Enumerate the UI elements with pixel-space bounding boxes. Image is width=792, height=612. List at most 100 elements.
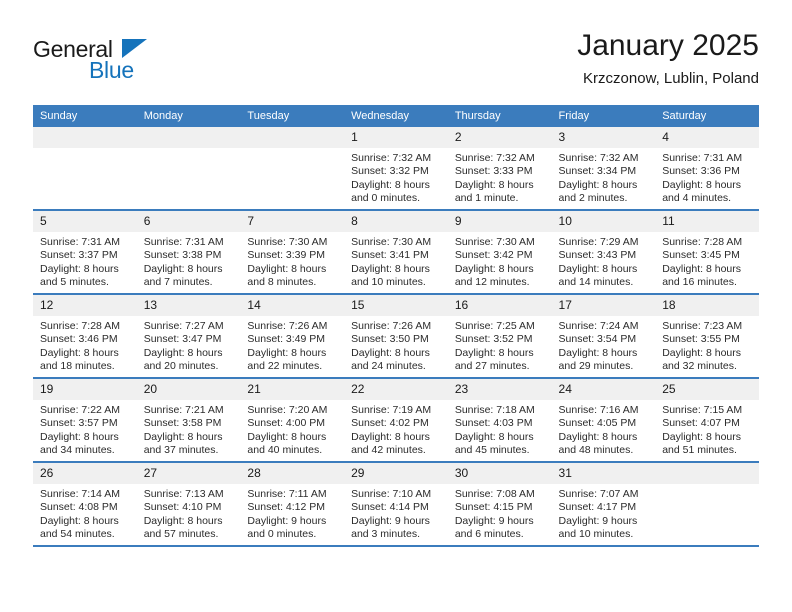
day-number: 7 (240, 211, 345, 232)
sunrise-text: Sunrise: 7:30 AM (454, 236, 535, 248)
sunset-text: Sunset: 3:39 PM (247, 249, 326, 262)
day-cell-15[interactable]: 15 Sunrise: 7:26 AM Sunset: 3:50 PM Dayligh… (344, 294, 448, 379)
daylight-text: Daylight: 8 hours and 20 minutes. (143, 346, 223, 373)
day-cell-empty (240, 127, 345, 211)
day-cell-23[interactable]: 23 Sunrise: 7:18 AM Sunset: 4:03 PM Dayligh… (447, 378, 552, 463)
daylight-text: Daylight: 8 hours and 29 minutes. (558, 346, 638, 373)
day-cell-31[interactable]: 31 Sunrise: 7:07 AM Sunset: 4:17 PM Dayligh… (551, 462, 656, 547)
day-details: Sunrise: 7:21 AM Sunset: 3:58 PM Daylight:… (137, 400, 241, 458)
day-cell-13[interactable]: 13 Sunrise: 7:27 AM Sunset: 3:47 PM Dayligh… (136, 294, 241, 379)
sunset-text: Sunset: 3:58 PM (143, 417, 222, 430)
sunrise-text: Sunrise: 7:24 AM (558, 320, 639, 332)
day-number: 9 (447, 211, 552, 232)
day-cell-16[interactable]: 16 Sunrise: 7:25 AM Sunset: 3:52 PM Dayligh… (447, 294, 552, 379)
day-number: 4 (655, 127, 759, 148)
daylight-text: Daylight: 8 hours and 42 minutes. (351, 430, 430, 457)
sunset-text: Sunset: 3:34 PM (558, 165, 637, 178)
daylight-text: Daylight: 8 hours and 24 minutes. (351, 346, 430, 373)
daylight-text: Daylight: 8 hours and 0 minutes. (351, 178, 430, 205)
sunrise-text: Sunrise: 7:20 AM (247, 404, 328, 416)
daylight-text: Daylight: 8 hours and 40 minutes. (247, 430, 327, 457)
day-details: Sunrise: 7:32 AM Sunset: 3:34 PM Daylight:… (552, 148, 656, 206)
day-cell-14[interactable]: 14 Sunrise: 7:26 AM Sunset: 3:49 PM Dayligh… (240, 294, 345, 379)
day-number: 17 (551, 295, 656, 316)
day-cell-28[interactable]: 28 Sunrise: 7:11 AM Sunset: 4:12 PM Dayligh… (240, 462, 345, 547)
day-details: Sunrise: 7:31 AM Sunset: 3:37 PM Daylight:… (33, 232, 137, 290)
sunrise-text: Sunrise: 7:28 AM (662, 236, 743, 248)
sunset-text: Sunset: 4:08 PM (40, 501, 118, 514)
sunrise-text: Sunrise: 7:29 AM (558, 236, 639, 248)
day-cell-7[interactable]: 7 Sunrise: 7:30 AM Sunset: 3:39 PM Daylight… (240, 210, 345, 295)
day-cell-29[interactable]: 29 Sunrise: 7:10 AM Sunset: 4:14 PM Dayligh… (344, 462, 448, 547)
day-cell-20[interactable]: 20 Sunrise: 7:21 AM Sunset: 3:58 PM Dayligh… (136, 378, 241, 463)
daylight-text: Daylight: 8 hours and 14 minutes. (558, 262, 638, 289)
day-cell-27[interactable]: 27 Sunrise: 7:13 AM Sunset: 4:10 PM Dayligh… (136, 462, 241, 547)
sunrise-text: Sunrise: 7:18 AM (454, 404, 535, 416)
daylight-text: Daylight: 8 hours and 12 minutes. (454, 262, 534, 289)
day-number: 8 (344, 211, 448, 232)
day-cell-12[interactable]: 12 Sunrise: 7:28 AM Sunset: 3:46 PM Dayligh… (33, 294, 137, 379)
day-cell-8[interactable]: 8 Sunrise: 7:30 AM Sunset: 3:41 PM Daylight… (344, 210, 448, 295)
generalblue-logo[interactable]: General Blue (33, 36, 233, 86)
calendar-week-row: 26 Sunrise: 7:14 AM Sunset: 4:08 PM Dayligh… (33, 462, 759, 547)
day-cell-11[interactable]: 11 Sunrise: 7:28 AM Sunset: 3:45 PM Dayligh… (655, 210, 759, 295)
day-number: 19 (33, 379, 137, 400)
logo-text-blue: Blue (89, 57, 134, 83)
day-cell-1[interactable]: 1 Sunrise: 7:32 AM Sunset: 3:32 PM Daylight… (344, 127, 448, 211)
day-cell-10[interactable]: 10 Sunrise: 7:29 AM Sunset: 3:43 PM Dayligh… (551, 210, 656, 295)
day-details: Sunrise: 7:32 AM Sunset: 3:33 PM Daylight:… (448, 148, 552, 206)
day-cell-25[interactable]: 25 Sunrise: 7:15 AM Sunset: 4:07 PM Dayligh… (655, 378, 759, 463)
day-cell-9[interactable]: 9 Sunrise: 7:30 AM Sunset: 3:42 PM Daylight… (447, 210, 552, 295)
day-cell-18[interactable]: 18 Sunrise: 7:23 AM Sunset: 3:55 PM Dayligh… (655, 294, 759, 379)
day-cell-17[interactable]: 17 Sunrise: 7:24 AM Sunset: 3:54 PM Dayligh… (551, 294, 656, 379)
sunset-text: Sunset: 3:45 PM (662, 249, 740, 262)
day-number: 5 (33, 211, 137, 232)
day-cell-2[interactable]: 2 Sunrise: 7:32 AM Sunset: 3:33 PM Daylight… (447, 127, 552, 211)
day-number: 14 (240, 295, 345, 316)
sunrise-text: Sunrise: 7:16 AM (558, 404, 639, 416)
day-details: Sunrise: 7:16 AM Sunset: 4:05 PM Daylight:… (552, 400, 656, 458)
day-number: 27 (136, 463, 241, 484)
day-cell-3[interactable]: 3 Sunrise: 7:32 AM Sunset: 3:34 PM Daylight… (551, 127, 656, 211)
daylight-text: Daylight: 8 hours and 2 minutes. (558, 178, 638, 205)
calendar-body: 1 Sunrise: 7:32 AM Sunset: 3:32 PM Daylight… (33, 127, 759, 547)
day-cell-empty (33, 127, 137, 211)
daylight-text: Daylight: 9 hours and 6 minutes. (454, 514, 534, 541)
day-details: Sunrise: 7:22 AM Sunset: 3:57 PM Daylight:… (33, 400, 137, 458)
day-number: 2 (447, 127, 552, 148)
sunset-text: Sunset: 4:17 PM (558, 501, 637, 514)
sunrise-text: Sunrise: 7:19 AM (351, 404, 432, 416)
day-cell-24[interactable]: 24 Sunrise: 7:16 AM Sunset: 4:05 PM Dayligh… (551, 378, 656, 463)
day-details: Sunrise: 7:31 AM Sunset: 3:38 PM Daylight:… (137, 232, 241, 290)
sunrise-text: Sunrise: 7:23 AM (662, 320, 743, 332)
sunset-text: Sunset: 4:03 PM (454, 417, 533, 430)
calendar-week-row: 1 Sunrise: 7:32 AM Sunset: 3:32 PM Daylight… (33, 127, 759, 211)
sunrise-text: Sunrise: 7:30 AM (351, 236, 432, 248)
day-cell-6[interactable]: 6 Sunrise: 7:31 AM Sunset: 3:38 PM Daylight… (136, 210, 241, 295)
sunset-text: Sunset: 3:37 PM (40, 249, 118, 262)
day-cell-empty (655, 462, 759, 547)
weekday-header-monday: Monday (136, 105, 241, 127)
day-cell-22[interactable]: 22 Sunrise: 7:19 AM Sunset: 4:02 PM Dayligh… (344, 378, 448, 463)
sunset-text: Sunset: 3:32 PM (351, 165, 429, 178)
calendar-week-row: 12 Sunrise: 7:28 AM Sunset: 3:46 PM Dayligh… (33, 294, 759, 379)
sunset-text: Sunset: 3:54 PM (558, 333, 637, 346)
day-number: 28 (240, 463, 345, 484)
day-number: 31 (551, 463, 656, 484)
calendar-page: General Blue January 2025 Krzczonow, Lub… (0, 0, 792, 612)
day-cell-30[interactable]: 30 Sunrise: 7:08 AM Sunset: 4:15 PM Dayligh… (447, 462, 552, 547)
day-details: Sunrise: 7:28 AM Sunset: 3:45 PM Daylight:… (655, 232, 759, 290)
day-cell-19[interactable]: 19 Sunrise: 7:22 AM Sunset: 3:57 PM Dayligh… (33, 378, 137, 463)
weekday-header-sunday: Sunday (33, 105, 137, 127)
calendar-header-row: Sunday Monday Tuesday Wednesday Thursday Frid… (33, 105, 759, 127)
day-cell-21[interactable]: 21 Sunrise: 7:20 AM Sunset: 4:00 PM Dayligh… (240, 378, 345, 463)
day-cell-4[interactable]: 4 Sunrise: 7:31 AM Sunset: 3:36 PM Daylight… (655, 127, 759, 211)
sunset-text: Sunset: 3:43 PM (558, 249, 637, 262)
day-cell-5[interactable]: 5 Sunrise: 7:31 AM Sunset: 3:37 PM Daylight… (33, 210, 137, 295)
day-number: 20 (136, 379, 241, 400)
day-number: 26 (33, 463, 137, 484)
day-cell-26[interactable]: 26 Sunrise: 7:14 AM Sunset: 4:08 PM Dayligh… (33, 462, 137, 547)
day-number: 3 (551, 127, 656, 148)
title-block: January 2025 Krzczonow, Lublin, Poland (577, 28, 759, 90)
sunrise-text: Sunrise: 7:32 AM (351, 152, 432, 164)
